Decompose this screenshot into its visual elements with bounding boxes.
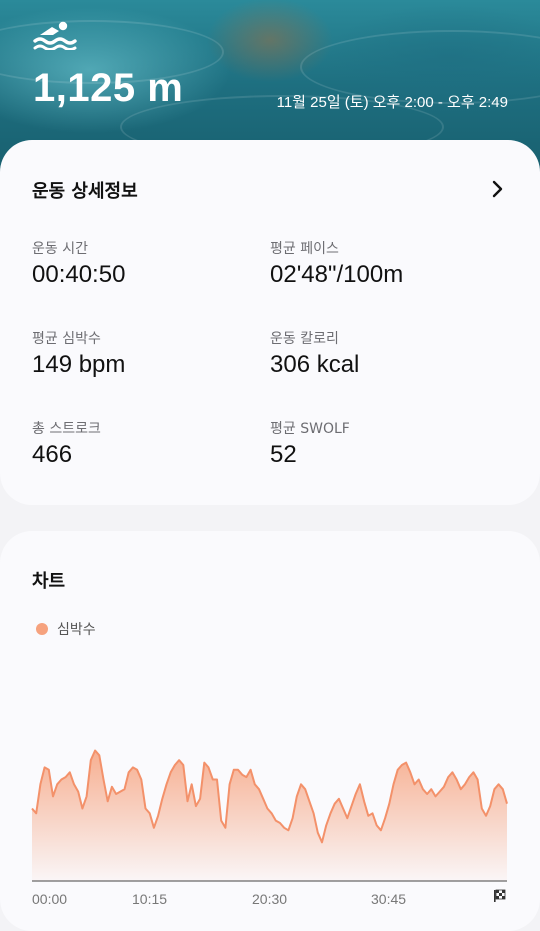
stat-calories: 운동 칼로리 306 kcal bbox=[270, 328, 359, 379]
workout-datetime: 11월 25일 (토) 오후 2:00 - 오후 2:49 bbox=[276, 94, 508, 111]
total-distance: 1,125 m bbox=[33, 66, 184, 110]
swimming-icon bbox=[33, 21, 77, 50]
stat-label: 운동 칼로리 bbox=[270, 331, 339, 347]
stat-value: 00:40:50 bbox=[32, 261, 126, 288]
stat-value: 306 kcal bbox=[270, 351, 360, 378]
stat-total-strokes: 총 스트로크 466 bbox=[32, 418, 101, 469]
x-tick-label: 20:30 bbox=[252, 891, 288, 907]
heart-rate-chart[interactable] bbox=[0, 531, 540, 931]
x-tick-label: 00:00 bbox=[32, 891, 68, 907]
stat-label: 운동 시간 bbox=[32, 241, 88, 257]
stat-value: 52 bbox=[270, 441, 297, 468]
stat-avg-pace: 평균 페이스 02'48"/100m bbox=[270, 238, 403, 289]
workout-details-card[interactable]: 운동 상세정보 운동 시간 00:40:50 평균 페이스 02'48"/100… bbox=[0, 140, 540, 505]
finish-flag-icon bbox=[494, 889, 506, 902]
stat-value: 466 bbox=[32, 441, 73, 468]
stat-label: 평균 SWOLF bbox=[270, 421, 350, 437]
chart-card: 차트 심박수 00:00 10:15 20:30 30:45 bbox=[0, 531, 540, 931]
chevron-right-icon[interactable] bbox=[492, 180, 504, 198]
stat-value: 02'48"/100m bbox=[270, 261, 404, 288]
heart-rate-area bbox=[32, 750, 507, 881]
stat-avg-heart-rate: 평균 심박수 149 bpm bbox=[32, 328, 125, 379]
x-tick-label: 10:15 bbox=[132, 891, 168, 907]
stat-label: 평균 페이스 bbox=[270, 241, 339, 257]
stat-avg-swolf: 평균 SWOLF 52 bbox=[270, 418, 350, 469]
stat-value: 149 bpm bbox=[32, 351, 126, 378]
x-tick-label: 30:45 bbox=[371, 891, 407, 907]
stat-duration: 운동 시간 00:40:50 bbox=[32, 238, 125, 289]
details-title: 운동 상세정보 bbox=[32, 181, 138, 202]
stat-label: 평균 심박수 bbox=[32, 331, 101, 347]
stat-label: 총 스트로크 bbox=[32, 421, 101, 437]
